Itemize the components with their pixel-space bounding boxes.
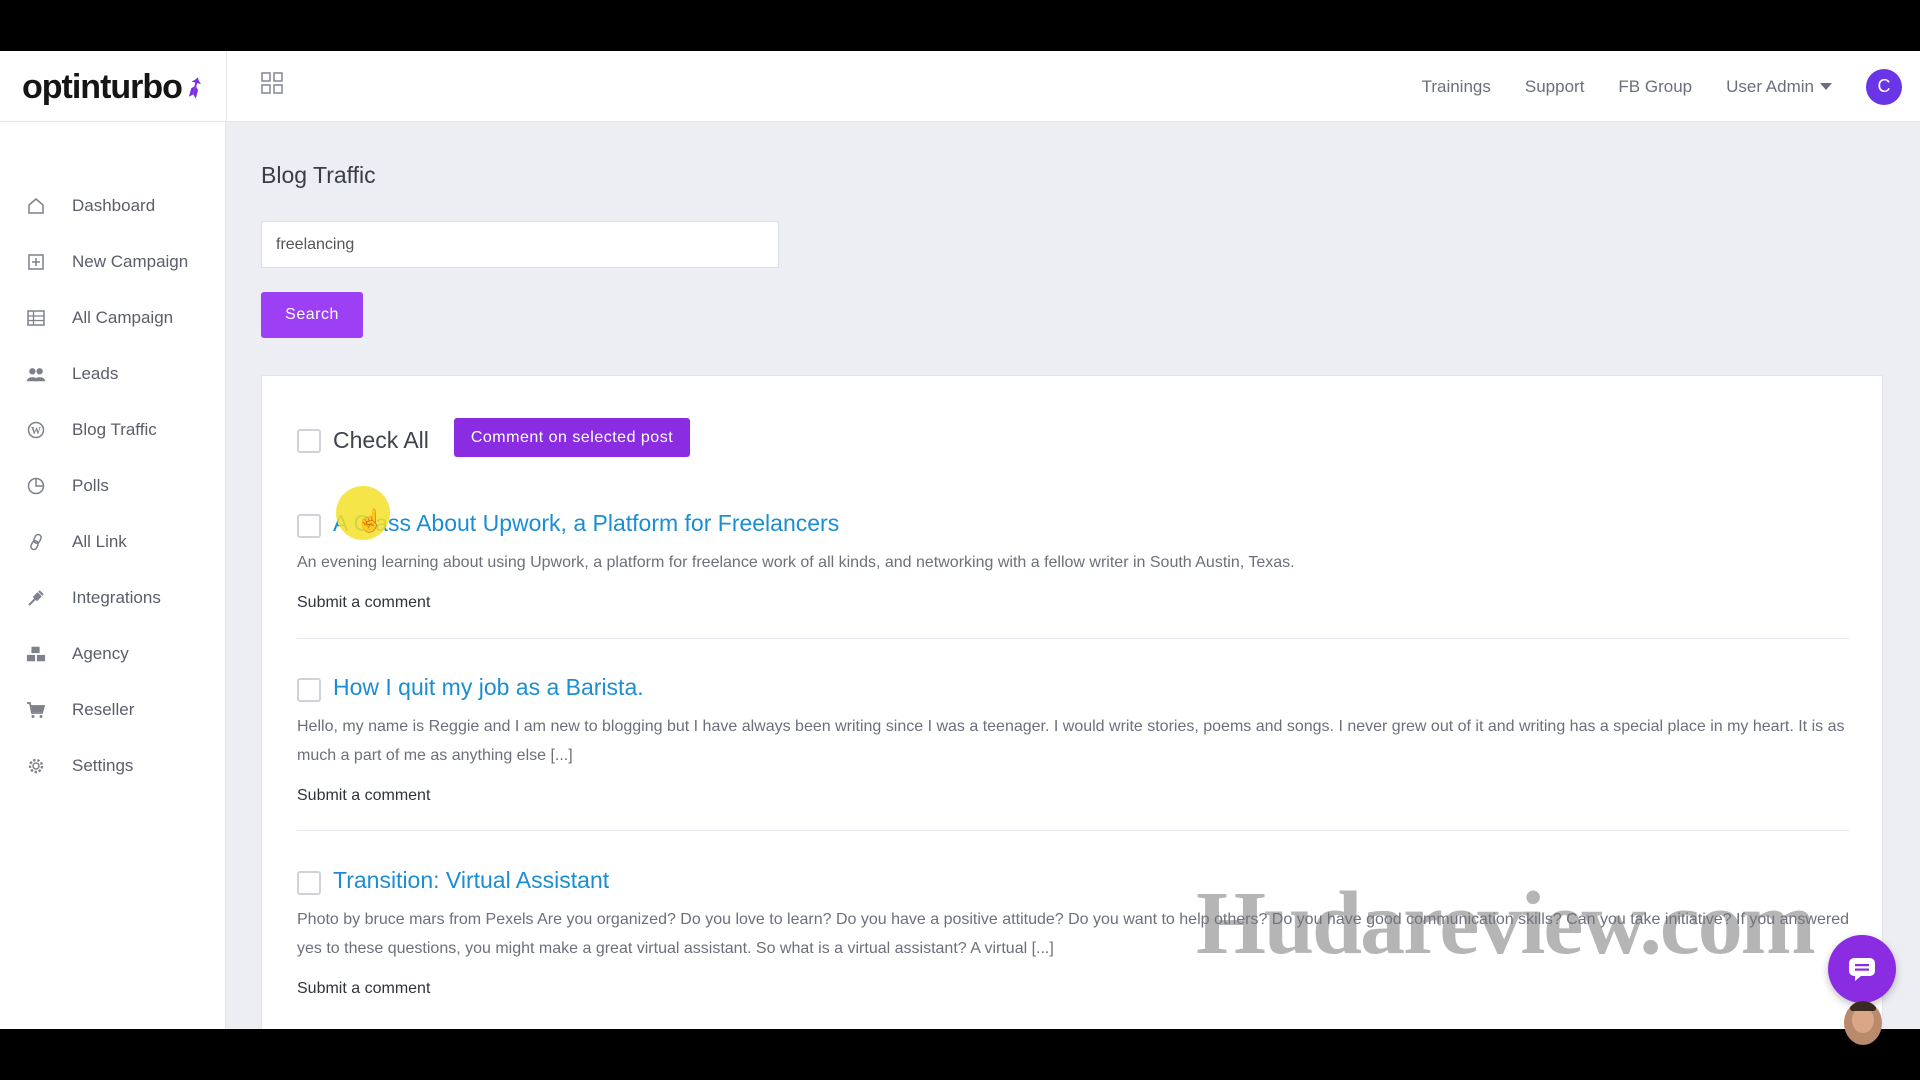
post-excerpt: An evening learning about using Upwork, … [297, 554, 1295, 571]
link-icon [26, 532, 46, 552]
cubes-icon [26, 644, 46, 664]
user-admin-label: User Admin [1726, 76, 1814, 96]
sidebar-item-label: All Campaign [72, 308, 174, 327]
check-all-checkbox[interactable] [297, 429, 321, 453]
hand-pointer-icon: ☝ [356, 508, 384, 533]
post-title-link[interactable]: A Class About Upwork, a Platform for Fre… [333, 510, 839, 537]
logo-divider [226, 51, 227, 122]
comment-on-selected-button[interactable]: Comment on selected post [454, 418, 690, 457]
chat-icon [1849, 958, 1875, 981]
apps-grid-icon[interactable] [260, 71, 284, 95]
post-excerpt: Hello, my name is Reggie and I am new to… [297, 718, 1845, 764]
sidebar-item-settings[interactable]: Settings [0, 744, 226, 788]
post-title-link[interactable]: How I quit my job as a Barista. [333, 674, 644, 701]
sidebar-item-new-campaign[interactable]: New Campaign [0, 240, 226, 284]
cart-icon [26, 700, 46, 720]
svg-text:W: W [31, 426, 41, 437]
watermark-text: Hudareview.com [1196, 874, 1816, 973]
nav-support[interactable]: Support [1525, 77, 1585, 97]
brand-logo[interactable]: optinturbo ➶ [22, 63, 211, 111]
sidebar-item-leads[interactable]: Leads [0, 352, 226, 396]
check-all-label: Check All [333, 427, 429, 453]
sidebar-item-label: New Campaign [72, 252, 189, 271]
support-agent-avatar[interactable] [1844, 1001, 1882, 1045]
top-bar: optinturbo ➶ Trainings Support FB Group U… [0, 51, 1920, 122]
pie-chart-icon [26, 476, 46, 496]
sidebar-item-all-campaign[interactable]: All Campaign [0, 296, 226, 340]
sidebar-item-integrations[interactable]: Integrations [0, 576, 226, 620]
agent-hair [1850, 1001, 1876, 1011]
user-admin-menu[interactable]: User Admin [1726, 77, 1832, 97]
sidebar: Dashboard New Campaign All Campaign Lead… [0, 122, 226, 1029]
post-divider [297, 830, 1849, 831]
sidebar-item-label: Polls [72, 476, 109, 495]
sidebar-item-blog-traffic[interactable]: W Blog Traffic [0, 408, 226, 452]
top-nav: Trainings Support FB Group User Admin C [1422, 51, 1920, 122]
post-checkbox[interactable] [297, 678, 321, 702]
sidebar-item-label: Dashboard [72, 196, 156, 215]
home-icon [26, 196, 46, 216]
sidebar-item-label: Agency [72, 644, 129, 663]
sidebar-item-label: Leads [72, 364, 119, 383]
gear-icon [26, 756, 46, 776]
search-button[interactable]: Search [261, 292, 363, 338]
sidebar-item-polls[interactable]: Polls [0, 464, 226, 508]
post-title-link[interactable]: Transition: Virtual Assistant [333, 867, 609, 894]
sidebar-item-label: Settings [72, 756, 134, 775]
wordpress-icon: W [26, 420, 46, 440]
submit-comment-link[interactable]: Submit a comment [297, 980, 430, 998]
sidebar-item-agency[interactable]: Agency [0, 632, 226, 676]
plus-square-icon [26, 252, 46, 272]
sidebar-item-label: Reseller [72, 700, 135, 719]
caret-down-icon [1820, 83, 1832, 90]
user-avatar[interactable]: C [1866, 68, 1902, 105]
page-title: Blog Traffic [261, 162, 376, 188]
post-checkbox[interactable] [297, 871, 321, 895]
chat-widget-button[interactable] [1828, 935, 1896, 1003]
nav-trainings[interactable]: Trainings [1422, 77, 1491, 97]
users-icon [26, 364, 46, 384]
nav-fb-group[interactable]: FB Group [1618, 77, 1692, 97]
sidebar-item-dashboard[interactable]: Dashboard [0, 184, 226, 228]
post-divider [297, 638, 1849, 639]
sidebar-item-label: All Link [72, 532, 127, 551]
sidebar-item-all-link[interactable]: All Link [0, 520, 226, 564]
rocket-icon: ➶ [177, 68, 211, 105]
plug-icon [26, 588, 46, 608]
logo-text: optinturbo [22, 67, 183, 106]
post-checkbox[interactable] [297, 514, 321, 538]
submit-comment-link[interactable]: Submit a comment [297, 787, 430, 805]
search-input[interactable] [261, 221, 779, 268]
table-icon [26, 308, 46, 328]
sidebar-item-label: Blog Traffic [72, 420, 157, 439]
sidebar-item-reseller[interactable]: Reseller [0, 688, 226, 732]
sidebar-item-label: Integrations [72, 588, 161, 607]
submit-comment-link[interactable]: Submit a comment [297, 594, 430, 612]
